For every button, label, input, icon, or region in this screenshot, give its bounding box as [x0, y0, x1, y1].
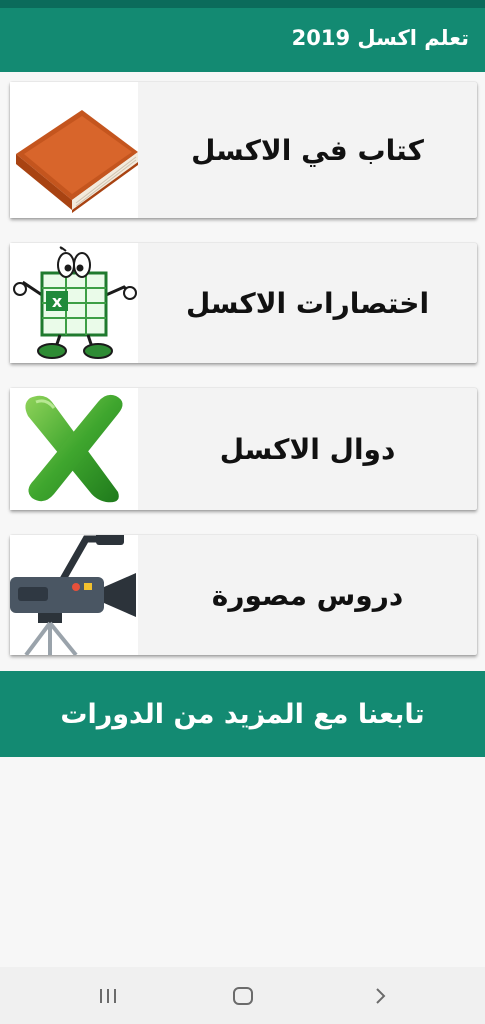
video-camera-icon [10, 535, 138, 655]
menu-card-label: دوال الاكسل [219, 432, 396, 466]
menu-card-excel-functions[interactable]: دوال الاكسل [10, 388, 477, 510]
recent-apps-icon [100, 989, 116, 1003]
back-icon [376, 988, 386, 1004]
home-icon [233, 987, 253, 1005]
svg-text:x: x [52, 292, 63, 311]
excel-mascot-icon: x [10, 243, 138, 363]
menu-card-video-lessons[interactable]: دروس مصورة [10, 535, 477, 655]
status-bar [0, 0, 485, 8]
app-bar: تعلم اكسل 2019 [0, 8, 485, 72]
menu-card-excel-book[interactable]: كتاب في الاكسل [10, 82, 477, 218]
menu-card-label: كتاب في الاكسل [191, 133, 424, 167]
recent-apps-button[interactable] [78, 977, 138, 1015]
menu-card-excel-shortcuts[interactable]: x اختصارات الاكسل [10, 243, 477, 363]
back-button[interactable] [350, 977, 410, 1015]
menu-card-label: دروس مصورة [211, 578, 404, 612]
menu-card-label: اختصارات الاكسل [185, 286, 430, 320]
banner-label: تابعنا مع المزيد من الدورات [60, 698, 425, 730]
app-title: تعلم اكسل 2019 [291, 26, 469, 50]
book-icon [10, 82, 138, 218]
home-button[interactable] [213, 977, 273, 1015]
more-courses-banner[interactable]: تابعنا مع المزيد من الدورات [0, 671, 485, 757]
excel-x-logo-icon [10, 388, 138, 510]
system-navigation-bar [0, 967, 485, 1024]
